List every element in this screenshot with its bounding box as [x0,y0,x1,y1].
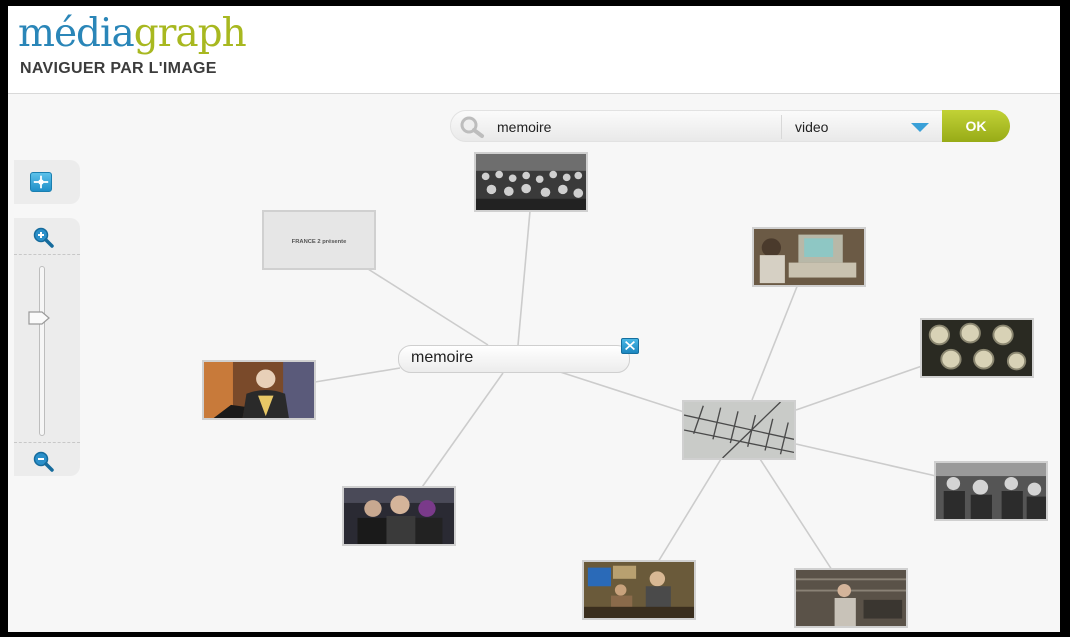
edge-hub-reels [795,365,923,411]
zoom-in-icon[interactable] [32,226,54,248]
chevron-down-icon[interactable] [911,123,929,132]
recenter-icon [33,175,49,189]
thumbnail-film-reels[interactable] [920,318,1034,378]
search-icon[interactable] [459,115,485,139]
center-node-label: memoire [411,349,474,366]
thumbnail-image [936,463,1046,519]
app-frame: médiagraph NAVIGUER PAR L'IMAGE video OK [8,6,1060,632]
edge-center-street [419,372,504,491]
edge-center-crowd [517,210,531,346]
thumbnail-image [796,570,906,626]
thumbnail-image [684,402,794,458]
edge-center-hub [553,369,685,413]
edge-hub-lab [657,458,722,563]
zoom-panel [14,218,80,476]
thumbnail-crowd-meeting[interactable] [474,152,588,212]
thumbnail-lab-workers[interactable] [582,560,696,620]
thumbnail-image: FRANCE 2 présente [264,212,374,268]
thumbnail-archive-photo[interactable] [934,461,1048,521]
thumbnail-tv-interview[interactable] [202,360,316,420]
search-separator [781,115,782,139]
zoom-slider-track[interactable] [39,266,45,436]
thumbnail-computer-terminal[interactable] [752,227,866,287]
zoom-out-icon[interactable] [32,450,54,472]
thumbnail-image [344,488,454,544]
close-icon [625,340,635,351]
thumbnail-workshop-man[interactable] [794,568,908,628]
recenter-button[interactable] [30,172,52,192]
recenter-panel [14,160,80,204]
zoom-divider-bottom [14,442,80,443]
thumbnail-image [476,154,586,210]
media-type-select[interactable]: video [795,119,828,135]
thumbnail-france2-presente-card[interactable]: FRANCE 2 présente [262,210,376,270]
close-button[interactable] [621,338,639,354]
card-caption: FRANCE 2 présente [292,239,347,245]
thumbnail-image [584,562,694,618]
thumbnail-crowd-street[interactable] [342,486,456,546]
edge-hub-computer [751,283,799,401]
search-input[interactable] [497,116,767,138]
zoom-divider-top [14,254,80,255]
edge-hub-workshop [759,458,833,571]
graph-edges [314,210,937,571]
search-bar: video OK [450,110,1010,142]
thumbnail-image [922,320,1032,376]
thumbnail-image [204,362,314,418]
thumbnail-antenna-hub[interactable] [682,400,796,460]
zoom-slider-handle[interactable] [28,310,50,326]
center-node[interactable]: memoire [398,338,639,373]
edge-center-card [367,268,489,346]
thumbnail-image [754,229,864,285]
edge-hub-archive [795,443,937,477]
edge-center-interview [314,367,401,383]
ok-button[interactable]: OK [942,110,1010,142]
